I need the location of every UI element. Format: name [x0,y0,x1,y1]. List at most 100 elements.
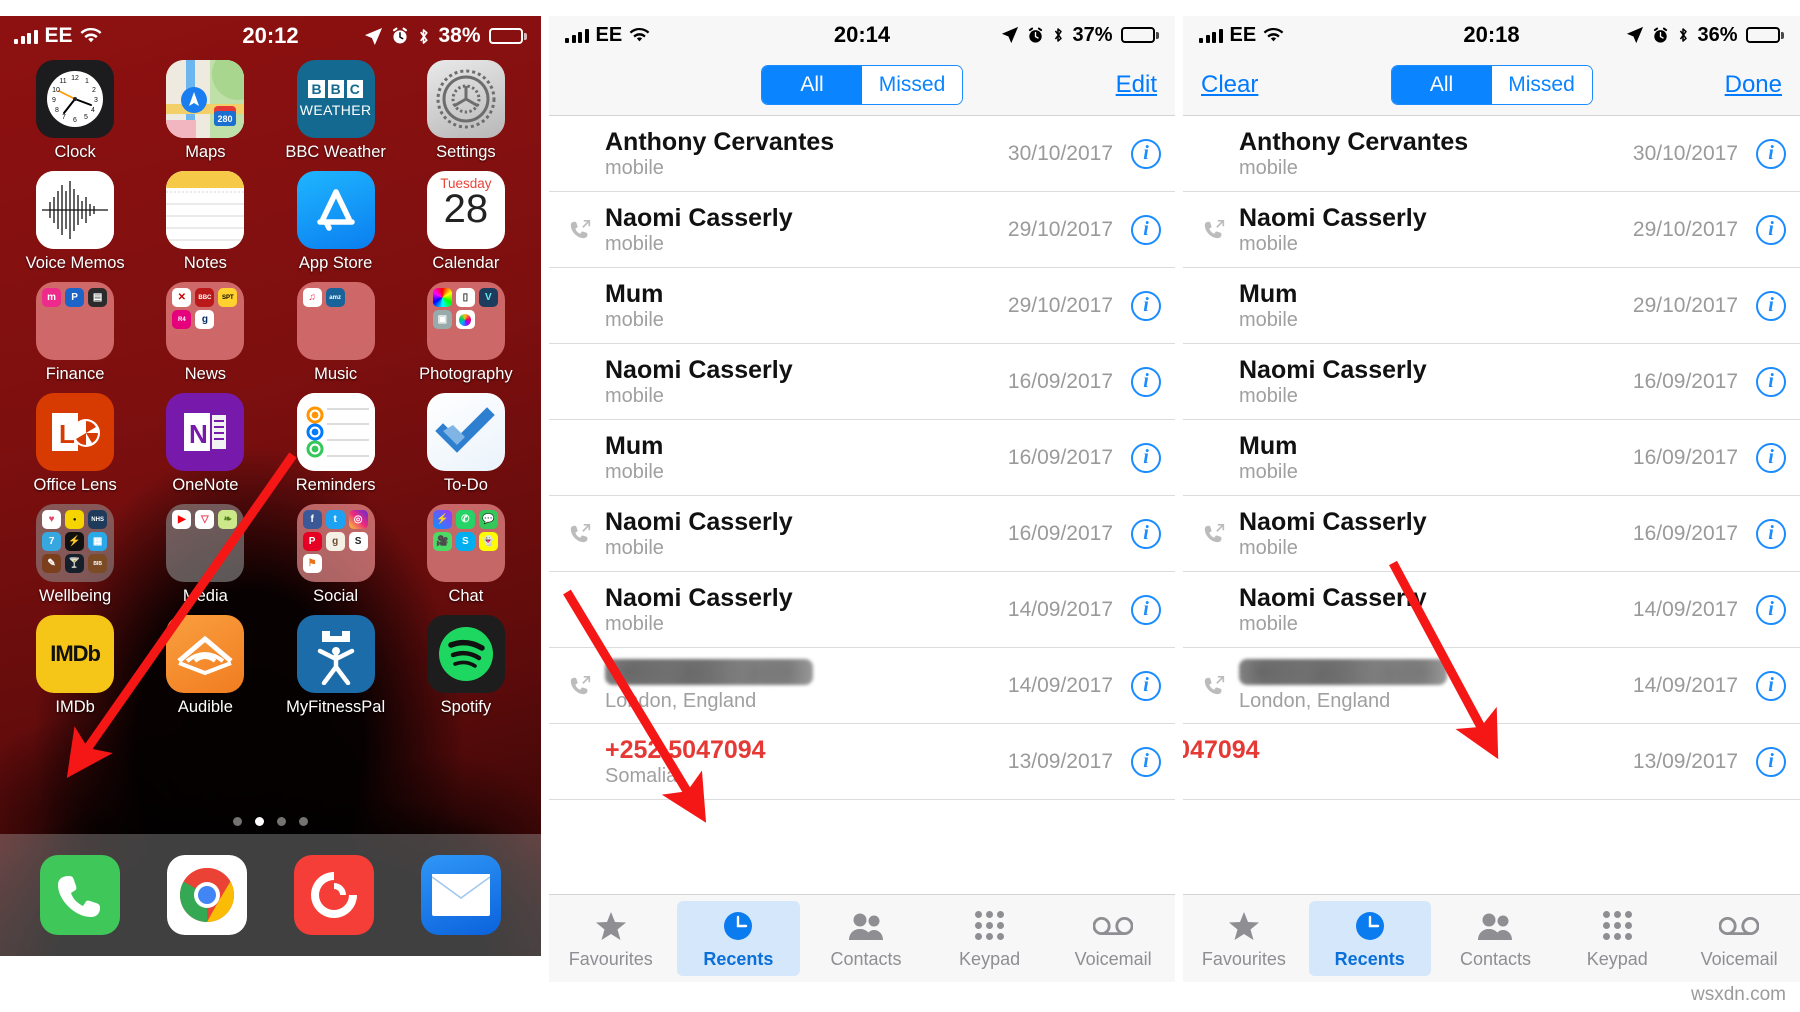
folder-media[interactable]: ▶ ▽ ❧ Media [140,504,270,606]
tab-favourites[interactable]: Favourites [1183,895,1305,982]
folder-news[interactable]: ✕ BBC SPT R4 g News [140,282,270,384]
info-icon[interactable]: i [1131,746,1161,777]
edit-button[interactable]: Edit [1116,71,1157,99]
app-myfitnesspal[interactable]: MyFitnessPal [271,615,401,717]
tab-recents[interactable]: Recents [676,901,801,976]
info-icon[interactable]: i [1131,138,1161,169]
app-voice-memos[interactable]: Voice Memos [10,171,140,273]
table-row[interactable]: Naomi Casserly mobile 16/09/2017 i [549,496,1175,572]
voice-memos-icon [36,171,115,249]
segment-missed[interactable]: Missed [862,65,962,104]
pocket-casts-icon[interactable] [294,855,375,935]
page-dot-active[interactable] [255,817,264,826]
app-spotify[interactable]: Spotify [401,615,531,717]
table-row-swiped[interactable]: +252 5047094 Somalia 13/09/2017 i Delete [1183,724,1800,800]
page-dot[interactable] [233,817,242,826]
app-label: IMDb [55,698,95,716]
segment-all[interactable]: All [762,65,862,104]
phone-icon[interactable] [39,855,120,935]
alarm-clock-icon [1654,27,1668,43]
tab-keypad[interactable]: Keypad [928,895,1052,982]
table-row[interactable]: Mum mobile 29/10/2017 i [549,268,1175,344]
app-row: IMDb IMDb Audible MyFitnessPal Spotify [10,615,531,726]
folder-photography[interactable]: ▯ V ▣ Photography [401,282,531,384]
info-icon[interactable]: i [1756,594,1786,625]
info-icon[interactable]: i [1756,366,1786,397]
segment-all[interactable]: All [1391,65,1492,104]
table-row[interactable]: Naomi Casserly mobile 14/09/2017 i [1183,572,1800,648]
status-bar-right: 36% [1626,24,1784,47]
mail-icon[interactable] [421,855,502,935]
table-row[interactable]: London, England 14/09/2017 i [1183,648,1800,724]
info-icon[interactable]: i [1756,290,1786,321]
page-dot[interactable] [299,817,308,826]
screenshot-stage: EE 20:12 38% 12 1 2 3 4 5 6 7 8 9 10 11 … [0,0,1800,1012]
table-row[interactable]: Anthony Cervantes mobile 30/10/2017 i [1183,116,1800,192]
call-text-block: Mum mobile [605,280,1008,332]
info-icon[interactable]: i [1131,214,1161,245]
clear-button[interactable]: Clear [1201,71,1258,99]
app-onenote[interactable]: N OneNote [140,393,270,495]
tab-recents[interactable]: Recents [1308,901,1431,976]
page-indicator-dots[interactable] [0,817,541,826]
app-imdb[interactable]: IMDb IMDb [10,615,140,717]
app-to-do[interactable]: To-Do [401,393,531,495]
info-icon[interactable]: i [1756,138,1786,169]
info-icon[interactable]: i [1756,746,1786,777]
segment-missed[interactable]: Missed [1491,65,1592,104]
info-icon[interactable]: i [1131,594,1161,625]
app-app-store[interactable]: App Store [271,171,401,273]
folder-finance[interactable]: m P ▤ Finance [10,282,140,384]
table-row[interactable]: Naomi Casserly mobile 29/10/2017 i [549,192,1175,268]
status-bar-left: EE [1199,24,1284,47]
table-row[interactable]: +252 5047094 Somalia 13/09/2017 i [549,724,1175,800]
tab-voicemail[interactable]: Voicemail [1051,895,1175,982]
table-row[interactable]: Naomi Casserly mobile 29/10/2017 i [1183,192,1800,268]
tab-voicemail[interactable]: Voicemail [1678,895,1800,982]
info-icon[interactable]: i [1756,442,1786,473]
app-notes[interactable]: Notes [140,171,270,273]
table-row[interactable]: Naomi Casserly mobile 16/09/2017 i [549,344,1175,420]
table-row[interactable]: Mum mobile 29/10/2017 i [1183,268,1800,344]
app-label: Music [314,365,358,383]
folder-chat[interactable]: ⚡ ✆ 💬 🎥 S 👻 Chat [401,504,531,606]
table-row[interactable]: Anthony Cervantes mobile 30/10/2017 i [549,116,1175,192]
app-settings[interactable]: Settings [401,60,531,162]
table-row[interactable]: Mum mobile 16/09/2017 i [1183,420,1800,496]
tab-contacts[interactable]: Contacts [804,895,928,982]
tab-contacts[interactable]: Contacts [1435,895,1557,982]
table-row[interactable]: Naomi Casserly mobile 16/09/2017 i [1183,496,1800,572]
app-maps[interactable]: 280 Maps [140,60,270,162]
segmented-control-call-filter[interactable]: All Missed [761,64,963,105]
folder-social[interactable]: f t ◎ P g S ⚑ Social [271,504,401,606]
chrome-icon[interactable] [166,855,247,935]
info-icon[interactable]: i [1131,290,1161,321]
table-row[interactable]: Naomi Casserly mobile 14/09/2017 i [549,572,1175,648]
done-button[interactable]: Done [1725,71,1782,99]
tab-keypad[interactable]: Keypad [1556,895,1678,982]
page-dot[interactable] [277,817,286,826]
info-icon[interactable]: i [1131,442,1161,473]
table-row[interactable]: London, England 14/09/2017 i [549,648,1175,724]
table-row[interactable]: Naomi Casserly mobile 16/09/2017 i [1183,344,1800,420]
voicemail-icon [1093,908,1134,944]
info-icon[interactable]: i [1131,518,1161,549]
info-icon[interactable]: i [1756,518,1786,549]
segmented-control-call-filter[interactable]: All Missed [1390,64,1593,105]
app-office-lens[interactable]: L Office Lens [10,393,140,495]
app-label: Wellbeing [39,587,112,605]
app-clock[interactable]: 12 1 2 345 678 9 10 11 Clock [10,60,140,162]
folder-wellbeing[interactable]: ♥ ● NHS 7 ⚡ ▦ ✎ 🍸 BIB Wellbeing [10,504,140,606]
info-icon[interactable]: i [1131,670,1161,701]
info-icon[interactable]: i [1756,214,1786,245]
info-icon[interactable]: i [1756,670,1786,701]
call-date: 16/09/2017 [1632,521,1738,545]
app-calendar[interactable]: Tuesday 28 Calendar [401,171,531,273]
folder-music[interactable]: ♫ amz Music [271,282,401,384]
info-icon[interactable]: i [1131,366,1161,397]
table-row[interactable]: Mum mobile 16/09/2017 i [549,420,1175,496]
app-audible[interactable]: Audible [140,615,270,717]
app-reminders[interactable]: Reminders [271,393,401,495]
app-bbc-weather[interactable]: B B C WEATHER BBC Weather [271,60,401,162]
tab-favourites[interactable]: Favourites [549,895,673,982]
